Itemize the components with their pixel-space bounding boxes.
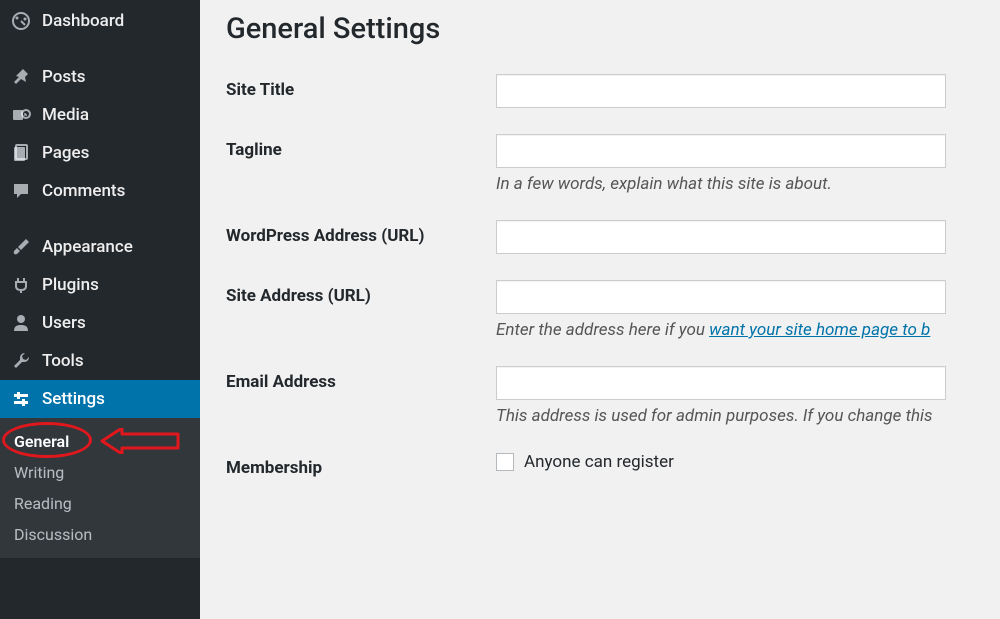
page-title: General Settings — [226, 12, 974, 46]
wrench-icon — [10, 350, 32, 372]
comments-icon — [10, 180, 32, 202]
site-title-input[interactable] — [496, 74, 946, 108]
sidebar-item-media[interactable]: Media — [0, 96, 200, 134]
site-url-input[interactable] — [496, 280, 946, 314]
email-description: This address is used for admin purposes.… — [496, 406, 974, 426]
plug-icon — [10, 274, 32, 296]
sidebar-item-label: Media — [42, 105, 89, 125]
sidebar-item-settings[interactable]: Settings — [0, 380, 200, 418]
form-row-site-title: Site Title — [226, 74, 974, 108]
tagline-label: Tagline — [226, 134, 496, 160]
tagline-input[interactable] — [496, 134, 946, 168]
tagline-description: In a few words, explain what this site i… — [496, 174, 974, 194]
membership-checkbox-label: Anyone can register — [524, 452, 674, 472]
form-row-tagline: Tagline In a few words, explain what thi… — [226, 134, 974, 194]
submenu-item-label: Discussion — [14, 525, 92, 544]
sidebar-item-label: Pages — [42, 143, 89, 163]
wp-url-label: WordPress Address (URL) — [226, 220, 496, 246]
form-row-site-url: Site Address (URL) Enter the address her… — [226, 280, 974, 340]
submenu-item-label: Writing — [14, 463, 64, 482]
sidebar-item-posts[interactable]: Posts — [0, 58, 200, 96]
submenu-item-general[interactable]: General — [0, 426, 200, 457]
sidebar-item-label: Settings — [42, 389, 105, 409]
settings-submenu: General Writing Reading Discussion — [0, 418, 200, 558]
email-label: Email Address — [226, 366, 496, 392]
settings-icon — [10, 388, 32, 410]
sidebar-item-label: Appearance — [42, 237, 133, 257]
form-row-wp-url: WordPress Address (URL) — [226, 220, 974, 254]
media-icon — [10, 104, 32, 126]
sidebar-item-label: Users — [42, 313, 86, 333]
dashboard-icon — [10, 10, 32, 32]
pages-icon — [10, 142, 32, 164]
membership-checkbox[interactable] — [496, 453, 514, 471]
submenu-item-label: General — [14, 432, 69, 451]
sidebar-item-appearance[interactable]: Appearance — [0, 228, 200, 266]
form-row-membership: Membership Anyone can register — [226, 452, 974, 478]
wp-url-input[interactable] — [496, 220, 946, 254]
sidebar-item-dashboard[interactable]: Dashboard — [0, 2, 200, 40]
site-url-description: Enter the address here if you want your … — [496, 320, 974, 340]
brush-icon — [10, 236, 32, 258]
site-url-help-link[interactable]: want your site home page to b — [709, 320, 930, 340]
sidebar-item-tools[interactable]: Tools — [0, 342, 200, 380]
sidebar-item-comments[interactable]: Comments — [0, 172, 200, 210]
annotation-arrow-icon — [100, 428, 180, 454]
form-row-email: Email Address This address is used for a… — [226, 366, 974, 426]
sidebar-item-pages[interactable]: Pages — [0, 134, 200, 172]
content-area: General Settings Site Title Tagline In a… — [200, 0, 1000, 619]
sidebar-item-label: Tools — [42, 351, 84, 371]
site-url-label: Site Address (URL) — [226, 280, 496, 306]
membership-label: Membership — [226, 452, 496, 478]
admin-sidebar: Dashboard Posts Media Pages Comments App… — [0, 0, 200, 619]
submenu-item-label: Reading — [14, 494, 72, 513]
sidebar-item-label: Posts — [42, 67, 86, 87]
site-title-label: Site Title — [226, 74, 496, 100]
submenu-item-discussion[interactable]: Discussion — [0, 519, 200, 550]
users-icon — [10, 312, 32, 334]
sidebar-item-label: Plugins — [42, 275, 99, 295]
sidebar-item-plugins[interactable]: Plugins — [0, 266, 200, 304]
submenu-item-writing[interactable]: Writing — [0, 457, 200, 488]
sidebar-item-users[interactable]: Users — [0, 304, 200, 342]
sidebar-item-label: Comments — [42, 181, 125, 201]
submenu-item-reading[interactable]: Reading — [0, 488, 200, 519]
pin-icon — [10, 66, 32, 88]
email-input[interactable] — [496, 366, 946, 400]
sidebar-item-label: Dashboard — [42, 11, 124, 31]
